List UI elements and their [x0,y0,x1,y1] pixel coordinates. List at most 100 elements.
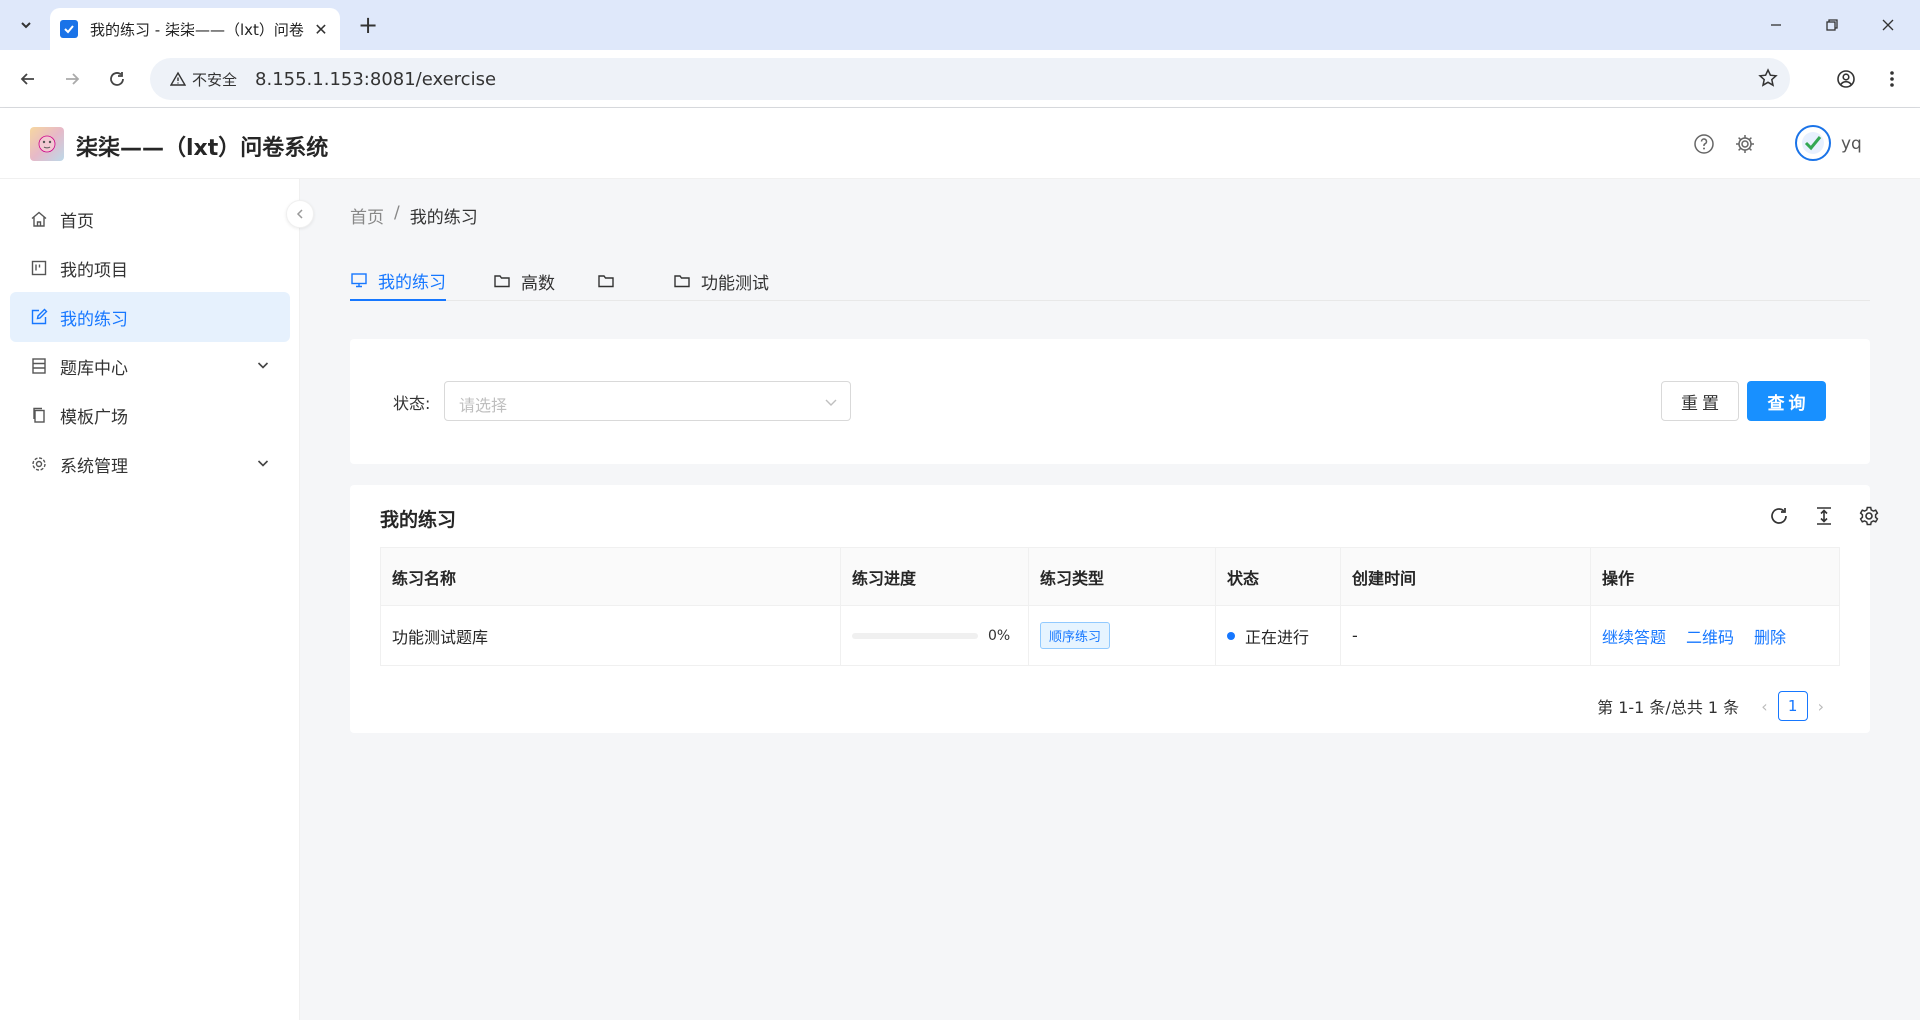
tab-search-button[interactable] [9,11,43,39]
table-settings-icon[interactable] [1858,505,1882,529]
sidebar-item-question-bank[interactable]: 题库中心 [10,341,290,391]
sidebar-item-label: 题库中心 [60,358,128,379]
pagination-summary: 第 1-1 条/总共 1 条 [1597,698,1740,717]
column-header-progress: 练习进度 [840,548,1028,605]
status-dot-icon [1227,631,1235,640]
project-icon [31,260,47,276]
status-text: 正在进行 [1245,627,1310,647]
status-cell: 正在进行 [1215,606,1340,665]
address-bar[interactable]: 不安全 8.155.1.153:8081/exercise [150,58,1790,100]
back-button[interactable] [12,63,44,95]
close-tab-icon[interactable]: ✕ [312,20,330,39]
actions-cell: 继续答题 二维码 删除 [1590,606,1839,665]
help-icon[interactable] [1693,133,1717,157]
page-number[interactable]: 1 [1777,691,1808,721]
app-logo[interactable] [30,127,64,161]
minimize-button[interactable] [1748,0,1804,50]
tab-title: 我的练习 - 柒柒——（lxt）问卷 [90,20,304,39]
folder-icon [598,275,614,288]
app-header: 柒柒——（lxt）问卷系统 yq [0,108,1920,179]
logo-icon [38,135,56,153]
breadcrumb-home[interactable]: 首页 [350,203,384,228]
folder-icon [494,275,510,288]
exercise-name: 功能测试题库 [392,627,489,647]
sidebar-collapse-button[interactable] [286,200,314,228]
home-icon [31,211,47,227]
table-title: 我的练习 [380,509,457,531]
close-icon [1882,19,1894,31]
tab-label: 功能测试 [701,273,769,294]
forward-button[interactable] [56,63,88,95]
browser-toolbar: 不安全 8.155.1.153:8081/exercise [0,50,1920,108]
breadcrumb-current: 我的练习 [409,208,478,228]
close-window-button[interactable] [1860,0,1916,50]
status-select-placeholder: 请选择 [459,396,508,415]
chevron-left-icon [296,209,303,219]
progress-cell: 0% [840,606,1028,665]
tab-label: 高数 [521,273,555,294]
database-icon [32,358,46,374]
status-select[interactable]: 请选择 [444,381,851,421]
continue-answer-link[interactable]: 继续答题 [1602,624,1666,648]
more-vertical-icon [1890,71,1894,87]
security-chip[interactable]: 不安全 [162,63,247,95]
avatar[interactable] [1795,125,1831,161]
sidebar-item-label: 我的项目 [60,260,128,281]
search-button[interactable]: 查询 [1747,381,1826,421]
minimize-icon [1771,24,1781,26]
sidebar-item-templates[interactable]: 模板广场 [10,390,290,440]
gear-icon [32,457,46,471]
sidebar: 首页 我的项目 我的练习 题库中心 模板广场 系统管理 [0,179,300,1020]
app-title: 柒柒——（lxt）问卷系统 [76,136,329,161]
reload-button[interactable] [101,63,133,95]
sidebar-item-system[interactable]: 系统管理 [10,439,290,489]
sidebar-item-projects[interactable]: 我的项目 [10,243,290,293]
next-page-icon[interactable]: › [1818,697,1824,716]
settings-gear-icon[interactable] [1734,133,1758,157]
prev-page-icon[interactable]: ‹ [1761,697,1767,716]
security-label: 不安全 [192,70,238,89]
browser-tabstrip: 我的练习 - 柒柒——（lxt）问卷 ✕ + [0,0,1920,50]
column-header-status: 状态 [1215,548,1340,605]
table-row: 功能测试题库 0% 顺序练习 正在进行 - 继续答题 二维码 删除 [381,606,1839,665]
main-content: 首页 / 我的练习 我的练习 高数 功能测试 状态: 请选择 重置 查询 我的练… [300,179,1920,1020]
arrow-right-icon [66,73,80,85]
sidebar-item-home[interactable]: 首页 [10,194,290,244]
browser-menu-button[interactable] [1876,63,1908,95]
qrcode-link[interactable]: 二维码 [1686,624,1734,648]
column-height-icon[interactable] [1813,505,1837,529]
url-text[interactable]: 8.155.1.153:8081/exercise [255,69,496,90]
reload-icon [110,72,124,86]
tab-function-test[interactable]: 功能测试 [673,261,769,301]
progress-bar [852,632,978,639]
sidebar-item-label: 系统管理 [60,456,128,477]
tab-unnamed[interactable] [597,261,625,301]
table-card: 我的练习 练习名称 练习进度 练习类型 状态 创建时间 操作 功能测试题库 0%… [350,485,1879,733]
type-tag: 顺序练习 [1040,622,1111,649]
delete-link[interactable]: 删除 [1754,624,1786,648]
category-tabs: 我的练习 高数 功能测试 [350,261,1870,301]
tab-my-exercises[interactable]: 我的练习 [350,261,446,301]
table-header-row: 练习名称 练习进度 练习类型 状态 创建时间 操作 [381,548,1839,606]
tab-advanced-math[interactable]: 高数 [493,261,555,301]
arrow-left-icon [20,73,34,85]
chevron-down-icon [257,362,269,369]
username[interactable]: yq [1841,134,1862,154]
status-filter-label: 状态: [393,394,431,413]
restore-button[interactable] [1804,0,1860,50]
bookmark-star-icon[interactable] [1758,68,1778,88]
chevron-down-icon [21,22,31,29]
column-header-actions: 操作 [1590,548,1839,605]
breadcrumb-separator: / [394,203,400,223]
sidebar-item-exercises[interactable]: 我的练习 [10,292,290,342]
reset-button[interactable]: 重置 [1661,381,1739,421]
warning-icon [170,71,186,86]
column-header-name: 练习名称 [392,568,457,588]
browser-tab[interactable]: 我的练习 - 柒柒——（lxt）问卷 ✕ [50,8,340,50]
refresh-icon[interactable] [1768,505,1792,529]
favicon-icon [60,20,78,38]
new-tab-button[interactable]: + [353,11,383,39]
sidebar-item-label: 模板广场 [60,407,128,428]
avatar-check-icon [1802,132,1824,154]
profile-button[interactable] [1830,63,1862,95]
